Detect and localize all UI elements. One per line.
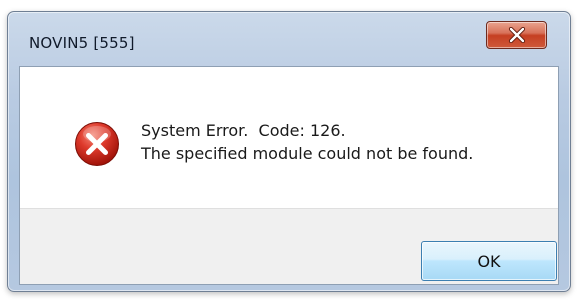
error-icon	[75, 122, 119, 166]
ok-button[interactable]: OK	[421, 241, 557, 281]
error-message-line-2: The specified module could not be found.	[141, 144, 474, 163]
error-message: System Error. Code: 126. The specified m…	[141, 119, 473, 165]
close-button[interactable]	[486, 21, 547, 49]
error-message-line-1: System Error. Code: 126.	[141, 121, 346, 140]
message-area: System Error. Code: 126. The specified m…	[20, 67, 558, 208]
button-bar: OK	[20, 208, 558, 284]
dialog-body: System Error. Code: 126. The specified m…	[19, 66, 559, 285]
window-title: NOVIN5 [555]	[29, 34, 135, 52]
error-dialog: NOVIN5 [555] System Error. Code: 126. Th…	[7, 11, 571, 292]
close-icon	[508, 27, 525, 43]
title-bar[interactable]: NOVIN5 [555]	[8, 12, 570, 66]
